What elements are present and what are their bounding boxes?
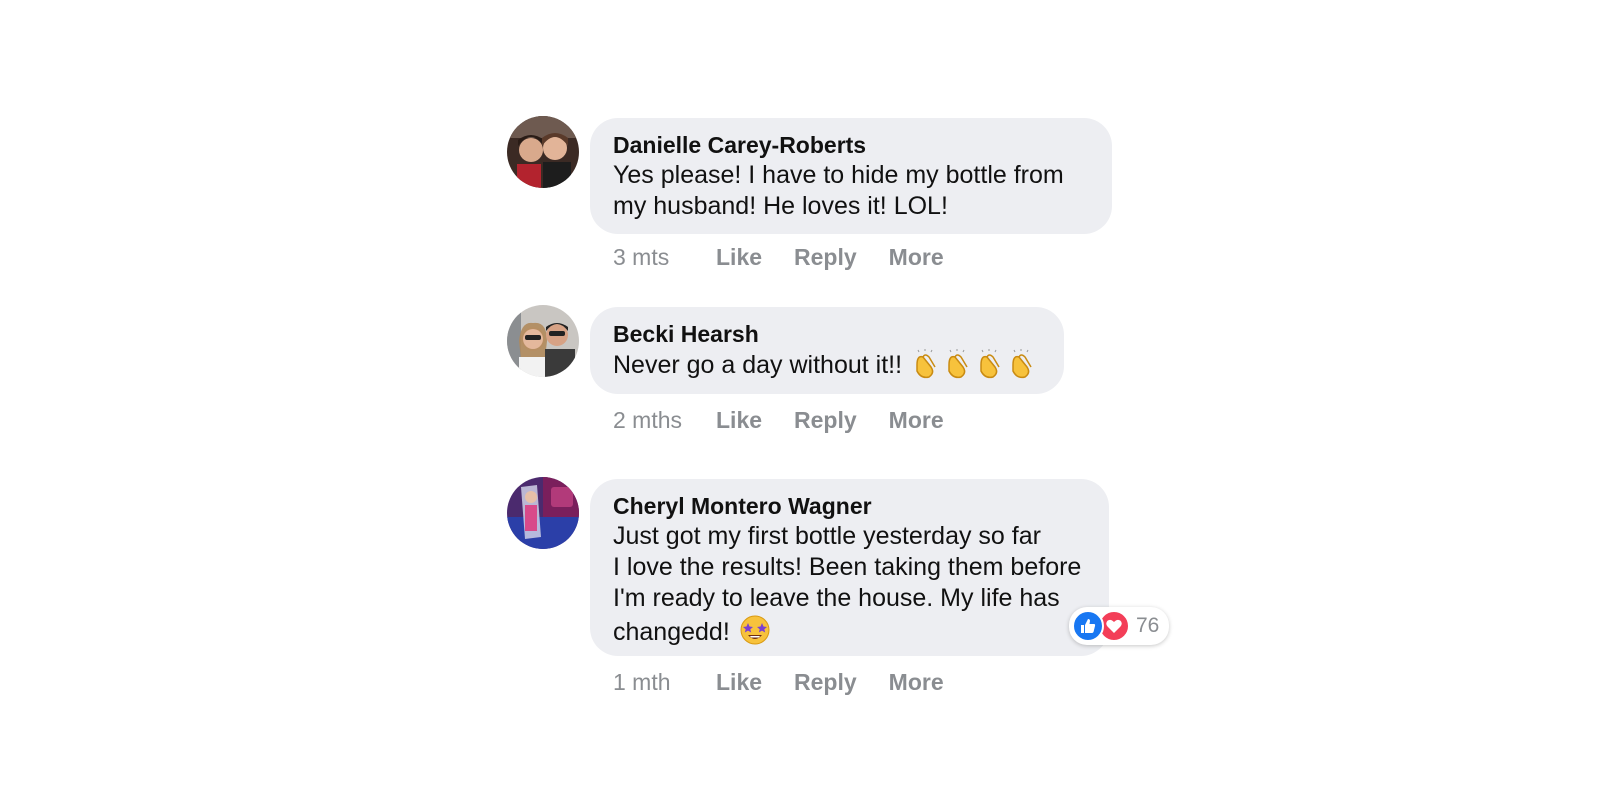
comment-text: Never go a day without it!! [613, 349, 1042, 387]
comment-author[interactable]: Danielle Carey-Roberts [613, 130, 1090, 160]
clapping-hands-icon [943, 349, 973, 387]
like-button[interactable]: Like [716, 669, 762, 696]
more-button[interactable]: More [889, 407, 944, 434]
more-button[interactable]: More [889, 244, 944, 271]
comment-text-line-last: changedd! [613, 614, 1087, 654]
avatar[interactable] [507, 305, 579, 377]
comment-text-line: I'm ready to leave the house. My life ha… [613, 584, 1060, 612]
comment-timestamp[interactable]: 2 mths [613, 407, 716, 434]
reaction-count: 76 [1136, 614, 1160, 637]
comment-text: Yes please! I have to hide my bottle fro… [613, 160, 1090, 222]
comment-actions: 3 mts Like Reply More [613, 244, 976, 271]
comment-author[interactable]: Becki Hearsh [613, 319, 1042, 349]
avatar-photo [507, 116, 579, 188]
comment-text-line: Just got my first bottle yesterday so fa… [613, 522, 1041, 550]
comment-text: Just got my first bottle yesterday so fa… [613, 521, 1087, 654]
avatar[interactable] [507, 477, 579, 549]
comment-bubble: Cheryl Montero Wagner Just got my first … [590, 479, 1109, 656]
avatar[interactable] [507, 116, 579, 188]
more-button[interactable]: More [889, 669, 944, 696]
comments-section: Danielle Carey-Roberts Yes please! I hav… [0, 0, 1600, 800]
reply-button[interactable]: Reply [794, 669, 857, 696]
reply-button[interactable]: Reply [794, 407, 857, 434]
comment-bubble: Danielle Carey-Roberts Yes please! I hav… [590, 118, 1112, 234]
comment-actions: 1 mth Like Reply More [613, 669, 976, 696]
like-button[interactable]: Like [716, 407, 762, 434]
comment-author[interactable]: Cheryl Montero Wagner [613, 491, 1087, 521]
comment-text-line: Yes please! I have to hide my bottle fro… [613, 161, 1064, 189]
comment-text-line: I love the results! Been taking them bef… [613, 553, 1082, 581]
clapping-hands-icon [975, 349, 1005, 387]
comment-timestamp[interactable]: 3 mts [613, 244, 716, 271]
comment-text-line: my husband! He loves it! LOL! [613, 192, 948, 220]
star-struck-icon [739, 614, 771, 654]
reaction-summary[interactable]: 76 [1069, 607, 1170, 645]
reply-button[interactable]: Reply [794, 244, 857, 271]
comment-actions: 2 mths Like Reply More [613, 407, 976, 434]
comment-text-line: Never go a day without it!! [613, 351, 903, 379]
comment-text-line: changedd! [613, 618, 730, 646]
clapping-hands-icon [1007, 349, 1037, 387]
avatar-photo [507, 477, 579, 549]
avatar-photo [507, 305, 579, 377]
comment-timestamp[interactable]: 1 mth [613, 669, 716, 696]
comment-bubble: Becki Hearsh Never go a day without it!! [590, 307, 1064, 394]
clapping-hands-icon [911, 349, 941, 387]
like-icon [1072, 610, 1104, 642]
like-button[interactable]: Like [716, 244, 762, 271]
